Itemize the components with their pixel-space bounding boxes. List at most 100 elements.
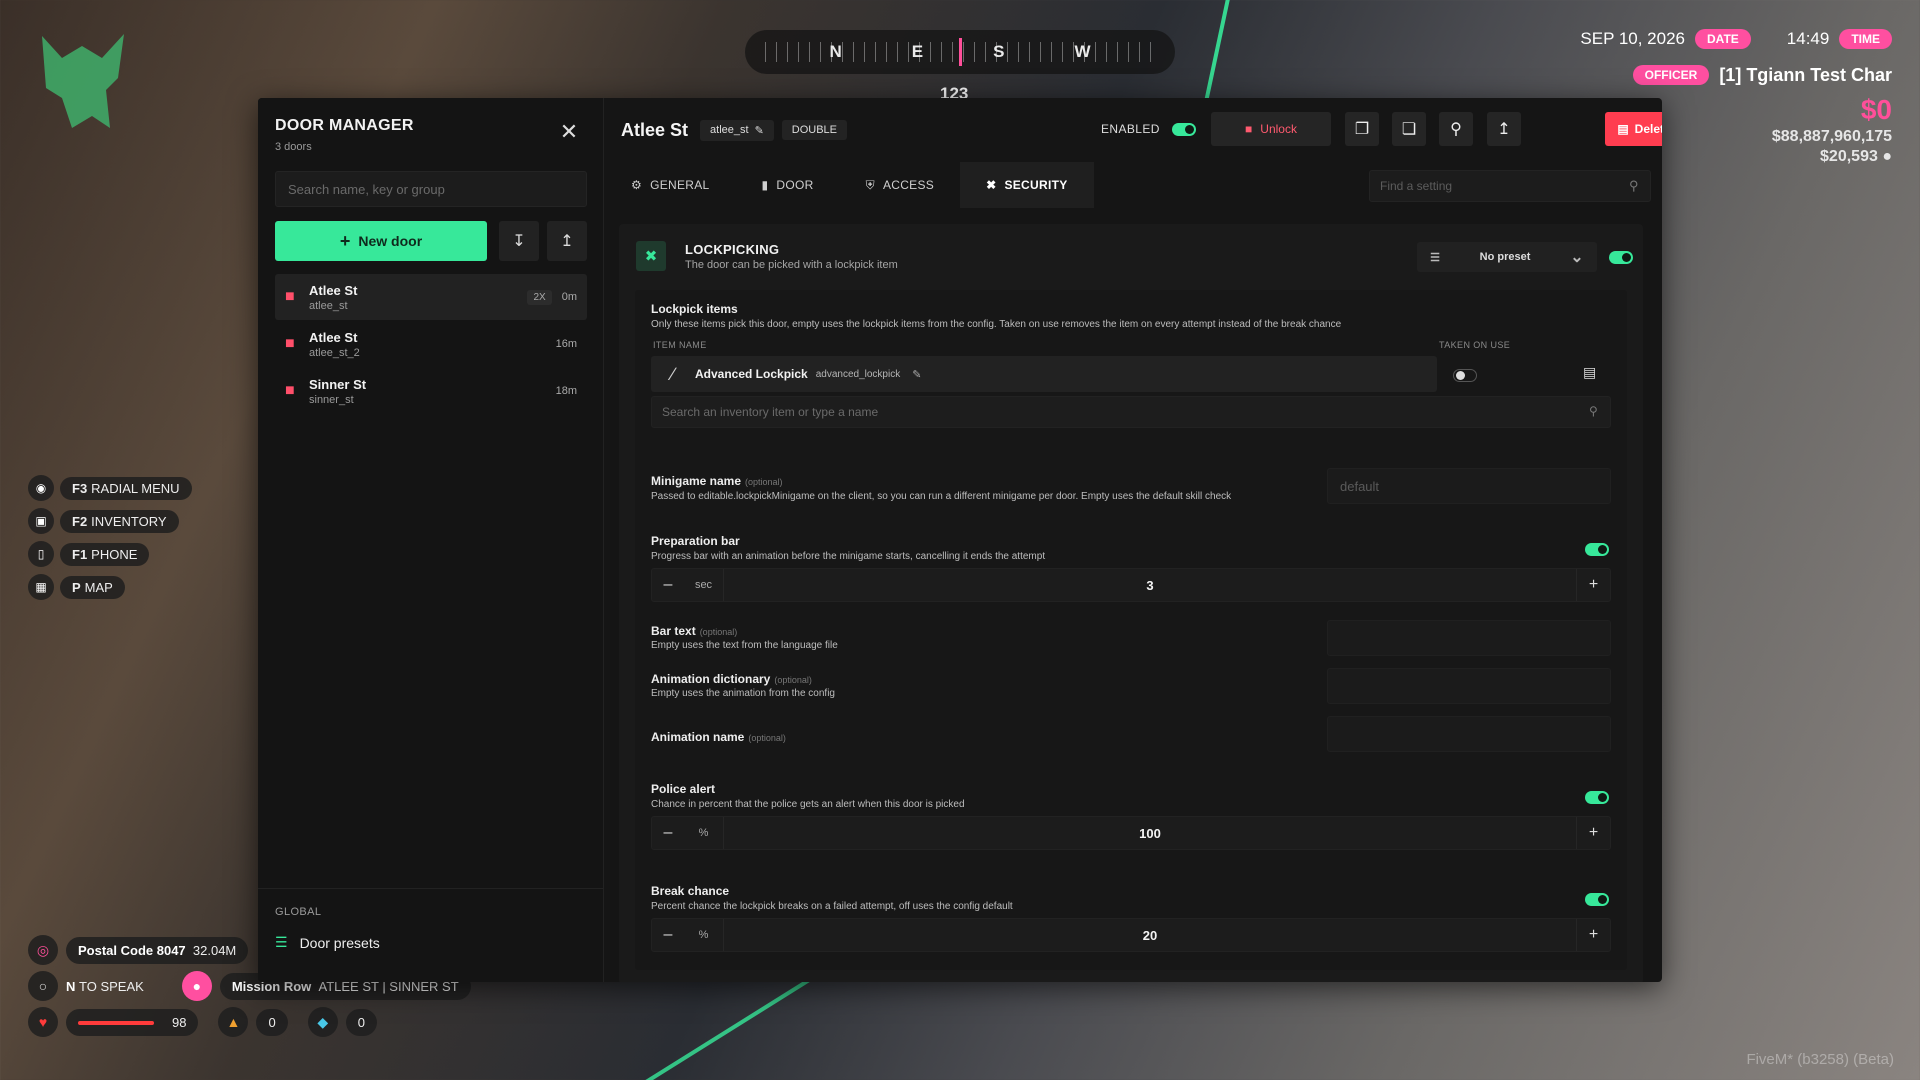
anim-name-input[interactable] [1327, 716, 1611, 752]
keybind-label: INVENTORY [91, 513, 167, 529]
keybind-label: PHONE [91, 546, 138, 562]
compass-east: E [911, 42, 924, 61]
time-pill: TIME [1839, 29, 1892, 49]
decrement-button[interactable]: – [652, 926, 684, 944]
unit-label: % [684, 919, 724, 951]
new-door-button[interactable]: + New door [275, 221, 487, 261]
preset-select[interactable]: ☰ No preset ⌄ [1417, 242, 1597, 272]
anim-dict-input[interactable] [1327, 668, 1611, 704]
door-list-item[interactable]: ■ Sinner St sinner_st 18m [275, 368, 587, 414]
upload-icon: ↥ [560, 233, 574, 250]
optional-tag: (optional) [699, 627, 738, 637]
door-count-badge: 2X [527, 289, 552, 305]
compass-north: N [829, 42, 842, 61]
bar-text-input[interactable] [1327, 620, 1611, 656]
lock-icon: ■ [285, 335, 295, 352]
column-taken-on-use: TAKEN ON USE [1439, 340, 1511, 350]
delete-door-label: Delete door [1634, 122, 1662, 136]
prep-bar-value[interactable]: 3 [724, 578, 1576, 593]
prep-bar-toggle[interactable] [1585, 543, 1609, 556]
delete-door-button[interactable]: ▤ Delete door [1605, 112, 1662, 146]
compass-south: S [993, 42, 1005, 61]
plus-icon: + [339, 230, 351, 251]
tab-security[interactable]: ✖ SECURITY [960, 162, 1094, 208]
lockpick-items-title: Lockpick items [651, 302, 738, 316]
duplicate-button[interactable]: ❏ [1392, 112, 1426, 146]
lockpicking-toggle[interactable] [1609, 251, 1633, 264]
minigame-title: Minigame name (optional) [651, 474, 783, 488]
find-setting-input[interactable] [1369, 170, 1651, 202]
prep-bar-desc: Progress bar with an animation before th… [651, 551, 1046, 562]
copy-icon: ❐ [1354, 121, 1370, 138]
health-bar [78, 1021, 154, 1026]
police-alert-toggle[interactable] [1585, 791, 1609, 804]
enabled-toggle[interactable] [1171, 123, 1196, 137]
tab-general[interactable]: ⚙ GENERAL [605, 162, 736, 208]
anim-name-label: Animation name [651, 730, 745, 744]
door-key-label: atlee_st [710, 124, 749, 136]
door-count: 3 doors [275, 141, 312, 153]
break-chance-toggle[interactable] [1585, 893, 1609, 906]
optional-tag: (optional) [745, 477, 783, 487]
door-presets-link[interactable]: ☰ Door presets [275, 934, 380, 951]
door-list-item[interactable]: ■ Atlee St atlee_st 2X 0m [275, 274, 587, 320]
map-icon: ▦ [28, 574, 54, 600]
keybind-key: F2 [72, 513, 88, 529]
increment-button[interactable]: + [1576, 919, 1610, 951]
teleport-button[interactable]: ⚲ [1439, 112, 1473, 146]
door-list-item[interactable]: ■ Atlee St atlee_st_2 16m [275, 321, 587, 367]
door-key: atlee_st [309, 299, 348, 312]
sidebar-divider [258, 888, 604, 889]
date-pill: DATE [1695, 29, 1751, 49]
inventory-item-search[interactable] [651, 396, 1611, 428]
lock-icon: ■ [285, 382, 295, 399]
player-name: [1] Tgiann Test Char [1719, 64, 1892, 85]
location-pin-icon: ⚲ [1450, 121, 1462, 138]
enabled-toggle-group: ENABLED [1101, 122, 1196, 137]
export-button[interactable]: ↥ [547, 221, 587, 261]
decrement-button[interactable]: – [652, 824, 684, 842]
door-manager-window: DOOR MANAGER 3 doors ✕ + New door ↧ ↥ ■ … [258, 98, 1662, 982]
police-alert-value[interactable]: 100 [724, 826, 1576, 841]
break-chance-value[interactable]: 20 [724, 928, 1576, 943]
keybind-inventory: ▣ F2 INVENTORY [28, 508, 192, 534]
door-key-chip[interactable]: atlee_st ✎ [700, 119, 774, 141]
share-button[interactable]: ↥ [1487, 112, 1521, 146]
sidebar-title: DOOR MANAGER [275, 117, 414, 134]
search-icon: ⚲ [1629, 178, 1639, 193]
increment-button[interactable]: + [1576, 569, 1610, 601]
tab-access[interactable]: ⛨ ACCESS [840, 162, 960, 208]
keybind-key: P [72, 579, 81, 595]
unlock-button[interactable]: ■ Unlock [1211, 112, 1331, 146]
tab-door[interactable]: ▮ DOOR [736, 162, 840, 208]
minigame-input[interactable] [1327, 468, 1611, 504]
door-key: sinner_st [309, 393, 354, 406]
trash-icon[interactable]: ▤ [1583, 364, 1596, 381]
increment-button[interactable]: + [1576, 817, 1610, 849]
taken-on-use-toggle[interactable] [1453, 369, 1477, 382]
tab-label: SECURITY [1004, 178, 1068, 192]
tools-icon: ✖ [986, 178, 997, 192]
police-alert-stepper: – % 100 + [651, 816, 1611, 850]
decrement-button[interactable]: – [652, 576, 684, 594]
download-icon: ↧ [512, 233, 526, 250]
lockpicking-panel: ✖ LOCKPICKING The door can be picked wit… [619, 224, 1643, 982]
unit-label: sec [684, 569, 724, 601]
section-title: LOCKPICKING [685, 242, 780, 257]
bag-icon: ▣ [28, 508, 54, 534]
money-bag-icon: ● [1882, 148, 1892, 165]
close-icon[interactable]: ✕ [559, 121, 579, 143]
water-drop-icon: ◆ [307, 1007, 338, 1037]
door-search-input[interactable] [275, 171, 587, 207]
duplicate-icon: ❏ [1401, 121, 1417, 138]
import-button[interactable]: ↧ [499, 221, 539, 261]
break-chance-title: Break chance [651, 884, 730, 898]
pencil-icon[interactable]: ✎ [912, 368, 921, 381]
anim-dict-desc: Empty uses the animation from the config [651, 688, 835, 699]
bar-text-desc: Empty uses the text from the language fi… [651, 640, 838, 651]
new-door-label: New door [358, 233, 423, 249]
copy-button[interactable]: ❐ [1345, 112, 1379, 146]
hud-date: SEP 10, 2026 [1580, 29, 1685, 48]
bar-text-label: Bar text [651, 624, 696, 638]
door-editor: Atlee St atlee_st ✎ DOUBLE ENABLED ■ Unlo… [605, 98, 1662, 982]
